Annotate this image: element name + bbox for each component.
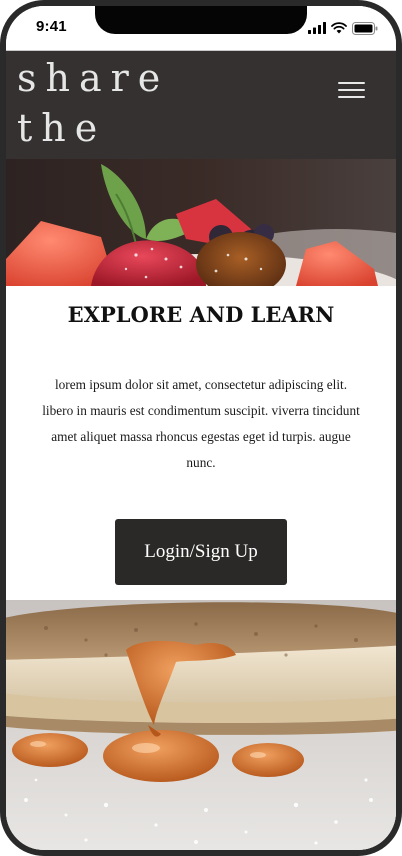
pancake-photo (6, 600, 396, 850)
battery-icon (352, 21, 378, 35)
menu-line-top (338, 82, 365, 84)
status-bar: 9:41 (6, 6, 396, 50)
hero-image (6, 159, 396, 286)
app-header: share the plate (6, 50, 396, 200)
signal-icon (308, 22, 326, 34)
pancake-image (6, 600, 396, 850)
status-icons (308, 21, 378, 35)
login-signup-button[interactable]: Login/Sign Up (115, 519, 287, 585)
hamburger-menu-icon[interactable] (332, 77, 372, 103)
main-content: EXPLORE AND LEARN lorem ipsum dolor sit … (6, 286, 396, 600)
menu-line-middle (338, 89, 365, 91)
wifi-icon (331, 22, 347, 34)
section-title: EXPLORE AND LEARN (67, 302, 335, 327)
dessert-photo (6, 159, 396, 286)
logo-line-1: share the (17, 56, 170, 150)
screen: 9:41 share the EXPLORE AND LEARN lorem i… (6, 6, 396, 850)
menu-line-bottom (338, 96, 365, 98)
notch (95, 6, 307, 34)
intro-paragraph: lorem ipsum dolor sit amet, consectetur … (42, 377, 360, 470)
phone-frame: 9:41 share the EXPLORE AND LEARN lorem i… (0, 0, 402, 856)
status-time: 9:41 (36, 18, 67, 35)
